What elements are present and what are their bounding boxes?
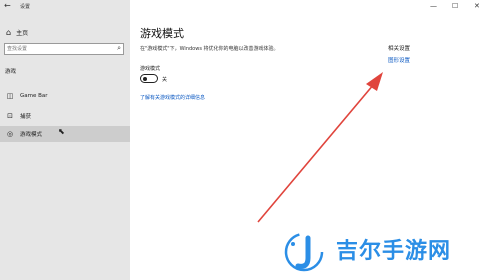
watermark-text: 吉尔手游网	[336, 239, 452, 264]
watermark-logo-icon	[284, 232, 324, 272]
annotation-arrow-shaft	[257, 83, 375, 223]
annotation-arrow-head	[366, 72, 383, 91]
